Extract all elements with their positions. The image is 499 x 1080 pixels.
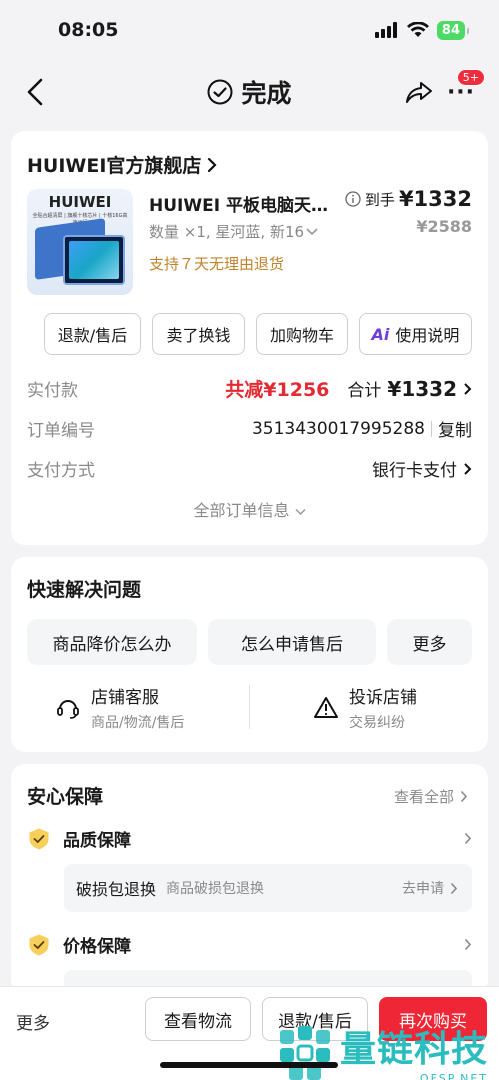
ai-icon: Ai — [371, 324, 390, 344]
order-no-row: 订单编号 3513430017995288 复制 — [27, 416, 472, 442]
headset-icon — [57, 700, 79, 719]
page-title: 完成 — [207, 74, 292, 110]
chevron-right-icon — [450, 882, 458, 894]
battery-indicator: 84 — [436, 20, 470, 40]
chevron-down-icon — [306, 228, 318, 236]
order-no-label: 订单编号 — [27, 421, 95, 441]
copy-button[interactable]: 复制 — [438, 416, 472, 441]
view-logistics-button[interactable]: 查看物流 — [145, 997, 251, 1041]
nav-bar: 完成 ··· 5+ — [0, 62, 499, 122]
signal-icon — [374, 22, 397, 38]
page-title-text: 完成 — [241, 79, 292, 108]
chevron-right-icon — [460, 790, 468, 803]
price-drop-button[interactable]: 商品降价怎么办 — [27, 619, 197, 665]
discount-amount: 共减¥1256 — [225, 379, 330, 401]
complain-shop-item[interactable]: 投诉店铺 交易纠纷 — [313, 683, 417, 732]
final-price: 到手 ¥1332 — [345, 187, 472, 211]
product-title[interactable]: HUIWEI 平板电脑天… — [149, 191, 349, 216]
service-divider — [249, 685, 250, 729]
chevron-left-icon — [27, 78, 43, 106]
quality-guarantee-item[interactable]: 品质保障 — [27, 826, 472, 851]
bottom-more-button[interactable]: 更多 — [16, 1009, 50, 1034]
damage-return-title: 破损包退换 — [76, 880, 157, 899]
complain-shop-sub: 交易纠纷 — [349, 715, 405, 731]
paid-label: 实付款 — [27, 381, 78, 401]
watermark-text: 量链科技 — [340, 1029, 489, 1070]
add-cart-button[interactable]: 加购物车 — [256, 313, 348, 355]
chevron-right-icon — [464, 382, 472, 395]
shield-check-icon — [27, 933, 51, 957]
quick-buttons-row: 商品降价怎么办 怎么申请售后 更多 — [27, 619, 472, 665]
quick-solve-title: 快速解决问题 — [27, 579, 142, 601]
check-circle-icon — [207, 79, 233, 105]
info-icon[interactable] — [345, 191, 361, 207]
return-policy: 支持７天无理由退货 — [149, 255, 285, 273]
chevron-right-icon — [464, 832, 472, 845]
share-icon — [406, 82, 432, 103]
all-order-info-toggle[interactable]: 全部订单信息 — [11, 497, 488, 521]
shop-service-title: 店铺客服 — [91, 688, 159, 708]
total-label: 合计 — [347, 381, 382, 401]
price-guarantee-title: 价格保障 — [63, 937, 131, 957]
watermark-logo-icon — [276, 1024, 334, 1080]
refund-button[interactable]: 退款/售后 — [44, 313, 141, 355]
tablet-front-shape — [63, 235, 125, 285]
total-amount: ¥1332 — [387, 376, 457, 401]
pay-method-value: 银行卡支付 — [372, 461, 457, 481]
back-button[interactable] — [20, 76, 50, 108]
final-price-label: 到手 — [364, 190, 395, 209]
shop-name: HUIWEI官方旗舰店 — [27, 155, 202, 177]
quality-guarantee-title: 品质保障 — [63, 831, 131, 851]
paid-row[interactable]: 实付款 共减¥1256 合计 ¥1332 — [27, 375, 472, 402]
guarantee-card: 安心保障 查看全部 品质保障 破损包退换 商品破损包退换 去申请 价格保障 — [11, 764, 488, 994]
status-bar: 08:05 84 — [0, 0, 499, 60]
shop-service-item[interactable]: 店铺客服 商品/物流/售后 — [55, 683, 184, 732]
warning-icon — [314, 697, 338, 718]
final-price-value: ¥1332 — [398, 187, 472, 211]
product-image[interactable]: HUIWEI 全贴合超清屏 | 旗舰十核芯片 | 十核16G高速运行 — [27, 189, 133, 295]
order-no-value: 3513430017995288 — [251, 418, 425, 439]
damage-return-desc: 商品破损包退换 — [166, 881, 265, 897]
price-guarantee-item[interactable]: 价格保障 — [27, 932, 472, 957]
status-icons: 84 — [374, 20, 470, 40]
shop-name-link[interactable]: HUIWEI官方旗舰店 — [27, 151, 217, 178]
complain-shop-title: 投诉店铺 — [349, 688, 417, 708]
order-card: HUIWEI官方旗舰店 HUIWEI 全贴合超清屏 | 旗舰十核芯片 | 十核1… — [11, 131, 488, 545]
chevron-right-icon — [464, 462, 472, 475]
guarantee-title: 安心保障 — [27, 786, 104, 808]
chevron-right-icon — [464, 938, 472, 951]
home-indicator — [160, 1062, 338, 1068]
sell-button[interactable]: 卖了换钱 — [152, 313, 245, 355]
view-all-label: 查看全部 — [393, 788, 454, 806]
instructions-label: 使用说明 — [395, 326, 460, 345]
chevron-down-icon — [295, 508, 306, 516]
apply-link[interactable]: 去申请 — [402, 878, 444, 898]
shop-service-sub: 商品/物流/售后 — [91, 715, 185, 731]
instructions-button[interactable]: Ai 使用说明 — [359, 313, 472, 355]
product-image-brand: HUIWEI — [48, 193, 112, 211]
quick-more-button[interactable]: 更多 — [387, 619, 472, 665]
apply-aftersale-button[interactable]: 怎么申请售后 — [208, 619, 376, 665]
all-order-info-label: 全部订单信息 — [193, 501, 290, 520]
watermark-url: QFSP.NET — [419, 1072, 489, 1080]
product-spec-text: 数量 ×1, 星河蓝, 新16 — [149, 223, 305, 241]
status-time: 08:05 — [58, 19, 119, 41]
share-button[interactable] — [403, 76, 435, 108]
pay-method-label: 支付方式 — [27, 461, 95, 481]
shield-check-icon — [27, 827, 51, 851]
notification-badge: 5+ — [456, 69, 485, 86]
wifi-icon — [406, 22, 429, 37]
product-spec[interactable]: 数量 ×1, 星河蓝, 新16 — [149, 221, 324, 242]
order-action-row: 退款/售后 卖了换钱 加购物车 Ai 使用说明 — [44, 313, 472, 355]
watermark: 量链科技 QFSP.NET — [276, 1020, 488, 1080]
quick-solve-card: 快速解决问题 商品降价怎么办 怎么申请售后 更多 店铺客服 商品/物流/售后 投… — [11, 557, 488, 752]
damage-return-box[interactable]: 破损包退换 商品破损包退换 去申请 — [64, 864, 472, 912]
chevron-right-icon — [208, 157, 217, 172]
view-all-link[interactable]: 查看全部 — [394, 786, 468, 807]
divider — [431, 420, 432, 437]
original-price: ¥2588 — [416, 217, 472, 236]
pay-method-row[interactable]: 支付方式 银行卡支付 — [27, 456, 472, 481]
